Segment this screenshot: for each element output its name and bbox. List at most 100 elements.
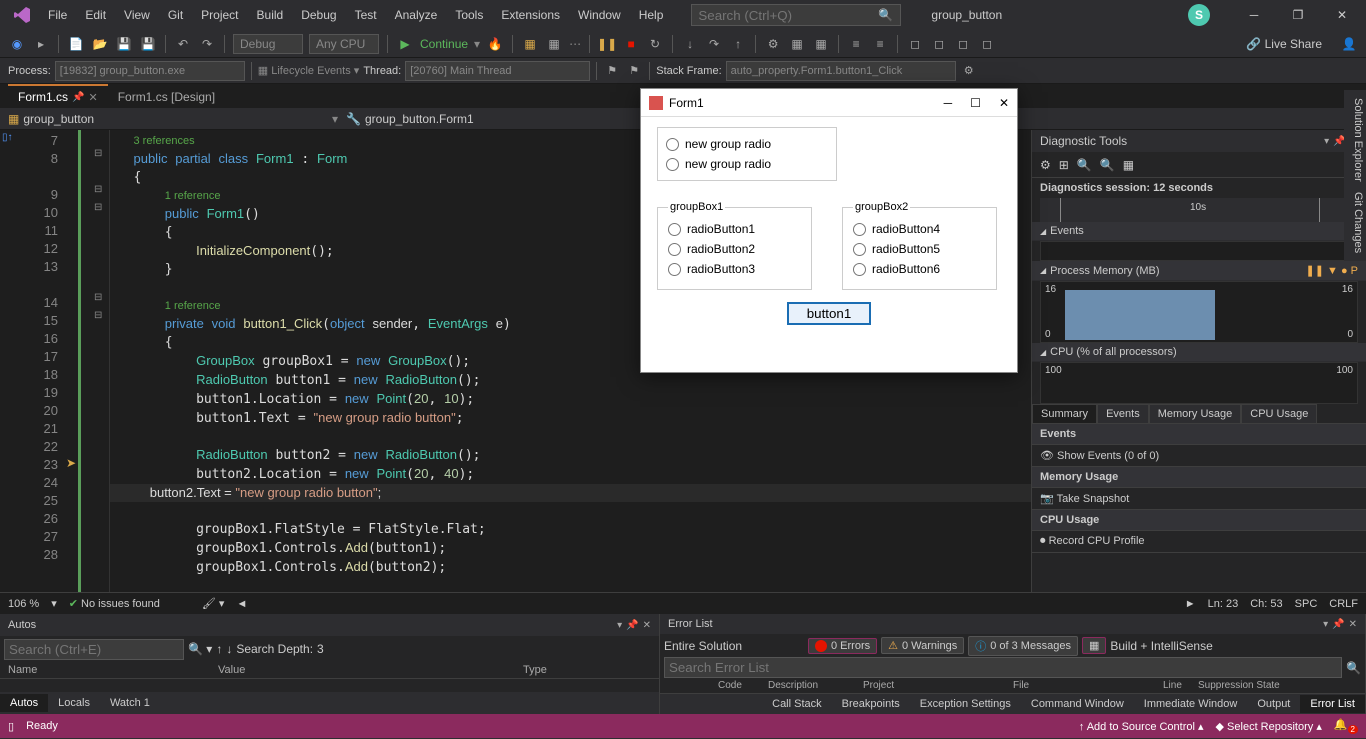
menu-analyze[interactable]: Analyze [387, 4, 446, 26]
menu-tools[interactable]: Tools [447, 4, 491, 26]
save-all-icon[interactable]: 💾 [139, 35, 157, 53]
platform-combo[interactable]: Any CPU [309, 34, 379, 54]
radio-button6[interactable]: radioButton6 [853, 259, 986, 279]
step-over-icon[interactable]: ↷ [705, 35, 723, 53]
take-snapshot-link[interactable]: 📷 Take Snapshot [1032, 488, 1366, 510]
depth-combo[interactable]: 3 [317, 642, 324, 656]
undo-icon[interactable]: ↶ [174, 35, 192, 53]
dropdown-icon[interactable]: ▾ [1324, 136, 1329, 147]
bookmark-icon[interactable]: ◻ [930, 35, 948, 53]
tab-command[interactable]: Command Window [1021, 695, 1134, 713]
search-input[interactable] [698, 8, 878, 23]
flag-icon[interactable]: ⚑ [603, 62, 621, 80]
notifications-icon[interactable]: 🔔2 [1334, 718, 1358, 733]
tab-output[interactable]: Output [1247, 695, 1300, 713]
zoom-reset-icon[interactable]: ⊞ [1059, 158, 1069, 172]
hot-reload-icon[interactable]: 🔥 [486, 35, 504, 53]
menu-extensions[interactable]: Extensions [493, 4, 568, 26]
running-form-window[interactable]: Form1 ─ ☐ ✕ new group radio new group ra… [640, 88, 1018, 373]
stack-combo[interactable]: auto_property.Form1.button1_Click [726, 61, 956, 81]
menu-debug[interactable]: Debug [293, 4, 344, 26]
scope-combo[interactable]: Entire Solution [664, 639, 804, 653]
scroll-left-icon[interactable]: ◄ [236, 598, 247, 610]
continue-icon[interactable]: ▶ [396, 35, 414, 53]
pin-icon[interactable]: 📌 [72, 92, 84, 103]
memory-section[interactable]: Process Memory (MB) ❚❚ ▼ ● P [1032, 261, 1366, 281]
search-icon[interactable]: 🔍 [1346, 661, 1361, 675]
tool-icon[interactable]: ▦ [812, 35, 830, 53]
fold-icon[interactable]: ⊟ [94, 184, 102, 195]
errorlist-search-input[interactable] [664, 657, 1342, 678]
form-maximize-button[interactable]: ☐ [970, 96, 981, 110]
events-section[interactable]: Events [1032, 222, 1366, 241]
show-events-link[interactable]: 👁 Show Events (0 of 0) [1032, 445, 1366, 467]
stop-icon[interactable]: ■ [622, 35, 640, 53]
tab-exception[interactable]: Exception Settings [910, 695, 1021, 713]
bookmark-icon[interactable]: ◻ [954, 35, 972, 53]
step-into-icon[interactable]: ↓ [681, 35, 699, 53]
radio-newgroup-1[interactable]: new group radio [666, 134, 828, 154]
tab-git-changes[interactable]: Git Changes [1346, 192, 1364, 253]
radio-button5[interactable]: radioButton5 [853, 239, 986, 259]
quick-search[interactable]: 🔍 [691, 4, 901, 26]
radio-button2[interactable]: radioButton2 [668, 239, 801, 259]
outdent-icon[interactable]: ≡ [871, 35, 889, 53]
menu-project[interactable]: Project [193, 4, 246, 26]
fold-icon[interactable]: ⊟ [94, 310, 102, 321]
open-folder-icon[interactable]: 📂 [91, 35, 109, 53]
tab-immediate[interactable]: Immediate Window [1134, 695, 1248, 713]
radio-newgroup-2[interactable]: new group radio [666, 154, 828, 174]
tab-callstack[interactable]: Call Stack [762, 695, 832, 713]
save-icon[interactable]: 💾 [115, 35, 133, 53]
step-out-icon[interactable]: ↑ [729, 35, 747, 53]
zoom-out-icon[interactable]: 🔍 [1100, 158, 1115, 172]
add-source-control[interactable]: ↑ Add to Source Control ▴ [1079, 720, 1204, 733]
zoom-in-icon[interactable]: 🔍 [1077, 158, 1092, 172]
user-avatar[interactable]: S [1188, 4, 1210, 26]
nav-up-icon[interactable]: ↑ [216, 642, 222, 656]
close-icon[interactable]: ✕ [643, 620, 651, 631]
fold-icon[interactable]: ⊟ [94, 202, 102, 213]
bookmark-icon[interactable]: ◻ [906, 35, 924, 53]
issues-indicator[interactable]: ✔ No issues found [69, 597, 160, 610]
close-tab-icon[interactable]: ✕ [88, 91, 97, 104]
form-titlebar[interactable]: Form1 ─ ☐ ✕ [641, 89, 1017, 117]
redo-icon[interactable]: ↷ [198, 35, 216, 53]
tool-icon[interactable]: ⚙ [764, 35, 782, 53]
menu-edit[interactable]: Edit [77, 4, 114, 26]
search-icon[interactable]: 🔍 ▾ [188, 642, 212, 656]
fold-icon[interactable]: ⊟ [94, 292, 102, 303]
pin-icon[interactable]: 📌 [1332, 619, 1344, 630]
menu-git[interactable]: Git [160, 4, 191, 26]
class-combo[interactable]: 🔧 group_button.Form1 [346, 112, 474, 126]
dropdown-icon[interactable]: ▾ [617, 620, 622, 631]
form-close-button[interactable]: ✕ [999, 96, 1009, 110]
timeline[interactable]: 10s [1040, 198, 1358, 222]
select-repository[interactable]: ◆ Select Repository ▴ [1216, 720, 1322, 733]
warnings-filter[interactable]: ⚠ 0 Warnings [881, 637, 964, 654]
indent-icon[interactable]: ≡ [847, 35, 865, 53]
cpu-section[interactable]: CPU (% of all processors) [1032, 343, 1366, 362]
filter-icon[interactable]: ▦ [1082, 637, 1106, 654]
record-cpu-link[interactable]: ⏺ Record CPU Profile [1032, 531, 1366, 553]
live-share-button[interactable]: 🔗 Live Share [1246, 37, 1322, 51]
gear-icon[interactable]: ⚙ [1040, 158, 1051, 172]
dropdown-icon[interactable]: ▾ [1323, 619, 1328, 630]
step-icon[interactable]: ▦ [545, 35, 563, 53]
form-minimize-button[interactable]: ─ [944, 96, 953, 110]
config-combo[interactable]: Debug [233, 34, 303, 54]
tab-form1-cs[interactable]: Form1.cs 📌 ✕ [8, 84, 108, 108]
menu-window[interactable]: Window [570, 4, 629, 26]
process-combo[interactable]: [19832] group_button.exe [55, 61, 245, 81]
menu-test[interactable]: Test [347, 4, 385, 26]
flag-icon[interactable]: ⚑ [625, 62, 643, 80]
brush-icon[interactable]: 🖌 ▾ [202, 597, 225, 610]
pause-icon[interactable]: ❚❚ [598, 35, 616, 53]
close-icon[interactable]: ✕ [1349, 619, 1357, 630]
project-combo[interactable]: ▦ group_button [8, 112, 328, 126]
tool-icon[interactable]: ▦ [1123, 158, 1134, 172]
build-combo[interactable]: Build + IntelliSense [1110, 639, 1240, 653]
menu-file[interactable]: File [40, 4, 75, 26]
continue-button[interactable]: Continue [420, 37, 468, 51]
tool-icon[interactable]: ▦ [788, 35, 806, 53]
